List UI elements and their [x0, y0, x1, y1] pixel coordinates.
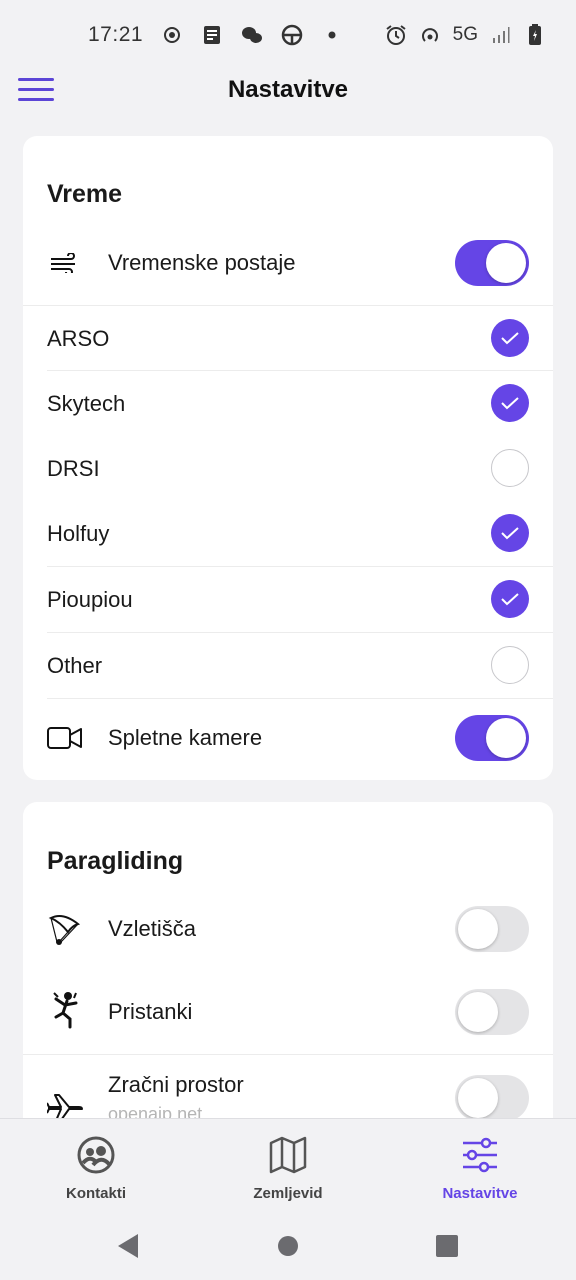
page-title: Nastavitve	[227, 76, 349, 103]
back-icon[interactable]	[114, 1232, 142, 1260]
landing-person-icon	[47, 992, 83, 1029]
hotspot-icon	[419, 24, 441, 46]
airspace-toggle[interactable]	[455, 1075, 529, 1118]
source-checkbox-drsi[interactable]	[491, 449, 529, 487]
divider	[47, 698, 553, 699]
launch-sites-toggle[interactable]	[455, 906, 529, 952]
source-checkbox-holfuy[interactable]	[491, 514, 529, 552]
nav-label: Nastavitve	[442, 1185, 518, 1202]
system-nav	[0, 1210, 576, 1280]
note-icon	[201, 24, 223, 46]
landings-toggle[interactable]	[455, 989, 529, 1035]
menu-icon[interactable]	[18, 78, 54, 102]
check-icon	[501, 397, 519, 410]
steering-icon	[281, 24, 303, 46]
launch-sites-label: Vzletišča	[108, 916, 197, 941]
weather-stations-label: Vremenske postaje	[108, 250, 296, 275]
source-checkbox-arso[interactable]	[491, 319, 529, 357]
source-label: ARSO	[47, 326, 110, 351]
launch-sites-row[interactable]: Vzletišča	[23, 906, 553, 952]
source-label: Skytech	[47, 391, 126, 416]
source-row-pioupiou[interactable]: Pioupiou	[23, 567, 553, 631]
chat-icon	[241, 24, 263, 46]
settings-content[interactable]: Vreme Vremenske postaje ARSO Skytech DRS…	[0, 122, 576, 1118]
weather-stations-row[interactable]: Vremenske postaje	[23, 240, 553, 286]
network-type: 5G	[452, 24, 478, 45]
airspace-row[interactable]: Zračni prostor openaip.net	[23, 1072, 553, 1118]
airplane-icon	[47, 1091, 83, 1118]
webcams-row[interactable]: Spletne kamere	[23, 715, 553, 761]
wind-icon	[47, 245, 83, 281]
recents-icon[interactable]	[433, 1232, 461, 1260]
source-label: DRSI	[47, 456, 100, 481]
status-time: 17:21	[88, 23, 144, 46]
nav-item-settings[interactable]: Nastavitve	[410, 1133, 550, 1202]
contacts-icon	[74, 1133, 118, 1177]
webcams-label: Spletne kamere	[108, 725, 263, 750]
map-icon	[266, 1133, 310, 1177]
source-checkbox-pioupiou[interactable]	[491, 580, 529, 618]
nav-item-contacts[interactable]: Kontakti	[26, 1133, 166, 1202]
source-row-skytech[interactable]: Skytech	[23, 371, 553, 435]
source-row-holfuy[interactable]: Holfuy	[23, 501, 553, 565]
source-label: Pioupiou	[47, 587, 133, 612]
source-checkbox-skytech[interactable]	[491, 384, 529, 422]
landings-label: Pristanki	[108, 999, 193, 1024]
record-icon	[161, 24, 183, 46]
landings-row[interactable]: Pristanki	[23, 989, 553, 1035]
check-icon	[501, 527, 519, 540]
source-label: Holfuy	[47, 521, 110, 546]
paragliding-section-title: Paragliding	[47, 847, 184, 875]
signal-icon	[490, 24, 512, 46]
webcams-toggle[interactable]	[455, 715, 529, 761]
home-icon[interactable]	[274, 1232, 302, 1260]
check-icon	[501, 593, 519, 606]
battery-icon	[524, 24, 546, 46]
weather-card: Vreme Vremenske postaje ARSO Skytech DRS…	[23, 136, 553, 780]
source-row-other[interactable]: Other	[23, 633, 553, 697]
source-checkbox-other[interactable]	[491, 646, 529, 684]
airspace-label: Zračni prostor	[108, 1072, 244, 1097]
dot-icon	[321, 24, 343, 46]
nav-label: Kontakti	[66, 1185, 126, 1202]
source-row-arso[interactable]: ARSO	[23, 306, 553, 370]
source-label: Other	[47, 653, 103, 678]
weather-stations-toggle[interactable]	[455, 240, 529, 286]
nav-label: Zemljevid	[253, 1185, 323, 1202]
paragliding-card: Paragliding Vzletišča Pristanki Zračni p…	[23, 802, 553, 1118]
alarm-icon	[385, 24, 407, 46]
airspace-sublabel: openaip.net	[108, 1104, 203, 1118]
weather-section-title: Vreme	[47, 180, 123, 208]
bottom-nav: Kontakti Zemljevid Nastavitve	[0, 1118, 576, 1210]
divider	[23, 1054, 553, 1055]
source-row-drsi[interactable]: DRSI	[23, 436, 553, 500]
check-icon	[501, 332, 519, 345]
paraglider-icon	[47, 911, 83, 947]
sliders-icon	[458, 1133, 502, 1177]
video-camera-icon	[47, 720, 83, 756]
nav-item-map[interactable]: Zemljevid	[218, 1133, 358, 1202]
app-bar: Nastavitve	[0, 58, 576, 122]
